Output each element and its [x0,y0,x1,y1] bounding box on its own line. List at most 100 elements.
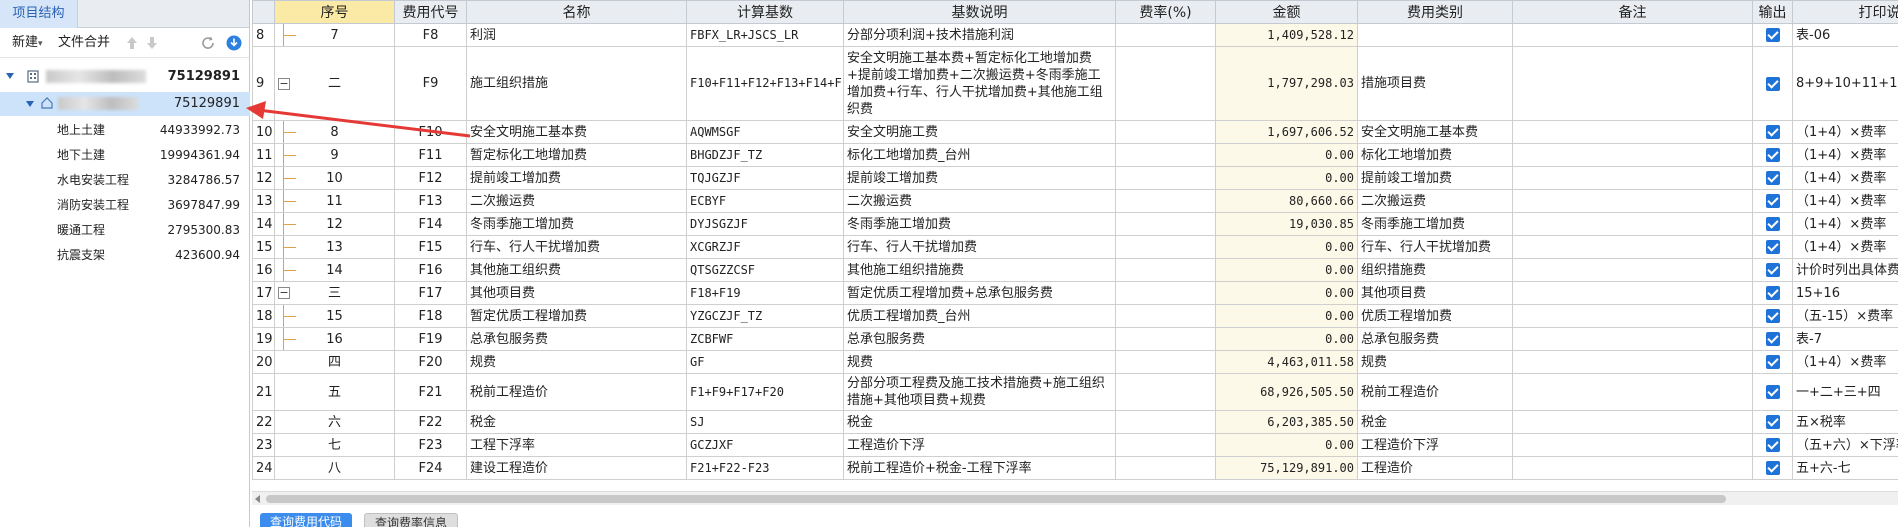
cell-print-desc[interactable]: （1+4）×费率 [1792,212,1898,236]
cell-base-desc[interactable]: 安全文明施工基本费+暂定标化工地增加费+提前竣工增加费+二次搬运费+冬雨季施工增… [843,46,1116,121]
cell-print-desc[interactable]: （五-15）×费率 [1792,304,1898,328]
cell-base[interactable]: FBFX_LR+JSCS_LR [686,23,844,47]
header-base-desc[interactable]: 基数说明 [843,0,1116,24]
cell-output[interactable] [1752,456,1793,480]
cell-output[interactable] [1752,304,1793,328]
cell-base-desc[interactable]: 行车、行人干扰增加费 [843,235,1116,259]
table-row[interactable]: 12 10 F12 提前竣工增加费 TQJGZJF 提前竣工增加费 0.00 提前竣工增加费（… [252,166,1898,190]
cell-code[interactable]: F24 [394,456,467,480]
table-row[interactable]: 10 8 F10 安全文明施工基本费 AQWMSGF 安全文明施工费 1,697,606.5… [252,120,1898,144]
cell-rate[interactable] [1115,189,1216,213]
cell-name[interactable]: 二次搬运费 [466,189,687,213]
cell-amount[interactable]: 1,409,528.12 [1215,23,1358,47]
cell-name[interactable]: 暂定标化工地增加费 [466,143,687,167]
table-row[interactable]: 18 15 F18 暂定优质工程增加费 YZGCZJF_TZ 优质工程增加费_台州 0.00… [252,304,1898,328]
cell-amount[interactable]: 0.00 [1215,258,1358,282]
cell-base[interactable]: F18+F19 [686,281,844,305]
cell-output[interactable] [1752,143,1793,167]
table-row[interactable]: 15 13 F15 行车、行人干扰增加费 XCGRZJF 行车、行人干扰增加费 0.00 行车… [252,235,1898,259]
cell-seq[interactable]: 10 [274,166,395,190]
cell-name[interactable]: 其他施工组织费 [466,258,687,282]
cell-amount[interactable]: 0.00 [1215,433,1358,457]
cell-code[interactable]: F19 [394,327,467,351]
cell-remark[interactable] [1512,373,1753,411]
cell-name[interactable]: 税前工程造价 [466,373,687,411]
cell-base[interactable]: ECBYF [686,189,844,213]
checkbox-icon[interactable] [1765,171,1780,185]
cell-amount[interactable]: 0.00 [1215,327,1358,351]
cell-rate[interactable] [1115,304,1216,328]
cell-output[interactable] [1752,212,1793,236]
cell-print-desc[interactable]: （五+六）×下浮率 [1792,433,1898,457]
cell-amount[interactable]: 68,926,505.50 [1215,373,1358,411]
cell-print-desc[interactable]: 五+六-七 [1792,456,1898,480]
cell-base-desc[interactable]: 安全文明施工费 [843,120,1116,144]
cell-output[interactable] [1752,327,1793,351]
checkbox-icon[interactable] [1765,125,1780,139]
cell-base[interactable]: F10+F11+F12+F13+F14+F15+F16 [686,46,844,121]
checkbox-icon[interactable] [1765,385,1780,399]
chevron-down-icon[interactable] [6,73,14,79]
file-merge-button[interactable]: 文件合并 [58,34,110,52]
checkbox-icon[interactable] [1765,217,1780,231]
checkbox-icon[interactable] [1765,286,1780,300]
cell-output[interactable] [1752,235,1793,259]
tab-project-structure[interactable]: 项目结构 [0,0,78,28]
tree-project-node[interactable]: 75129891 [0,92,250,116]
table-row[interactable]: 16 14 F16 其他施工组织费 QTSGZZCSF 其他施工组织措施费 0.00 组织措施… [252,258,1898,282]
cell-rate[interactable] [1115,143,1216,167]
cell-seq[interactable]: 五 [274,373,395,411]
cell-print-desc[interactable]: （1+4）×费率 [1792,120,1898,144]
cell-name[interactable]: 规费 [466,350,687,374]
cell-output[interactable] [1752,120,1793,144]
checkbox-icon[interactable] [1765,194,1780,208]
cell-output[interactable] [1752,258,1793,282]
cell-seq[interactable]: 7 [274,23,395,47]
checkbox-icon[interactable] [1765,438,1780,452]
cell-output[interactable] [1752,166,1793,190]
cell-base-desc[interactable]: 优质工程增加费_台州 [843,304,1116,328]
header-category[interactable]: 费用类别 [1357,0,1513,24]
cell-rate[interactable] [1115,212,1216,236]
cell-base[interactable]: QTSGZZCSF [686,258,844,282]
cell-amount[interactable]: 0.00 [1215,304,1358,328]
cell-base[interactable]: F21+F22-F23 [686,456,844,480]
cell-rate[interactable] [1115,120,1216,144]
cell-remark[interactable] [1512,327,1753,351]
refresh-icon[interactable] [200,35,216,51]
collapse-icon[interactable]: − [278,77,290,90]
header-remark[interactable]: 备注 [1512,0,1753,24]
checkbox-icon[interactable] [1765,76,1780,91]
header-name[interactable]: 名称 [466,0,687,24]
cell-output[interactable] [1752,46,1793,121]
cell-remark[interactable] [1512,433,1753,457]
cell-seq[interactable]: 13 [274,235,395,259]
cell-base[interactable]: GF [686,350,844,374]
cell-print-desc[interactable]: 8+9+10+11+12+13+14 [1792,46,1898,121]
cell-seq[interactable]: 16 [274,327,395,351]
cell-category[interactable] [1357,23,1513,47]
cell-name[interactable]: 利润 [466,23,687,47]
cell-base[interactable]: YZGCZJF_TZ [686,304,844,328]
cell-rate[interactable] [1115,23,1216,47]
checkbox-icon[interactable] [1765,461,1780,475]
cell-seq[interactable]: 14 [274,258,395,282]
cell-rate[interactable] [1115,166,1216,190]
cell-output[interactable] [1752,373,1793,411]
cell-amount[interactable]: 1,797,298.03 [1215,46,1358,121]
cell-code[interactable]: F14 [394,212,467,236]
down-arrow-icon[interactable] [144,35,160,51]
cell-base[interactable]: ZCBFWF [686,327,844,351]
cell-remark[interactable] [1512,281,1753,305]
cell-print-desc[interactable]: （1+4）×费率 [1792,143,1898,167]
scroll-left-icon[interactable] [255,495,260,503]
tree-child-item[interactable]: 地上土建 44933992.73 [0,118,250,143]
cell-amount[interactable]: 80,660.66 [1215,189,1358,213]
cell-remark[interactable] [1512,46,1753,121]
up-arrow-icon[interactable] [124,35,140,51]
cell-remark[interactable] [1512,258,1753,282]
header-rate[interactable]: 费率(%) [1115,0,1216,24]
download-icon[interactable] [226,35,242,51]
table-row[interactable]: 20 四 F20 规费 GF 规费 4,463,011.58 规费 （1+4）×费率 [252,350,1898,374]
cell-output[interactable] [1752,433,1793,457]
